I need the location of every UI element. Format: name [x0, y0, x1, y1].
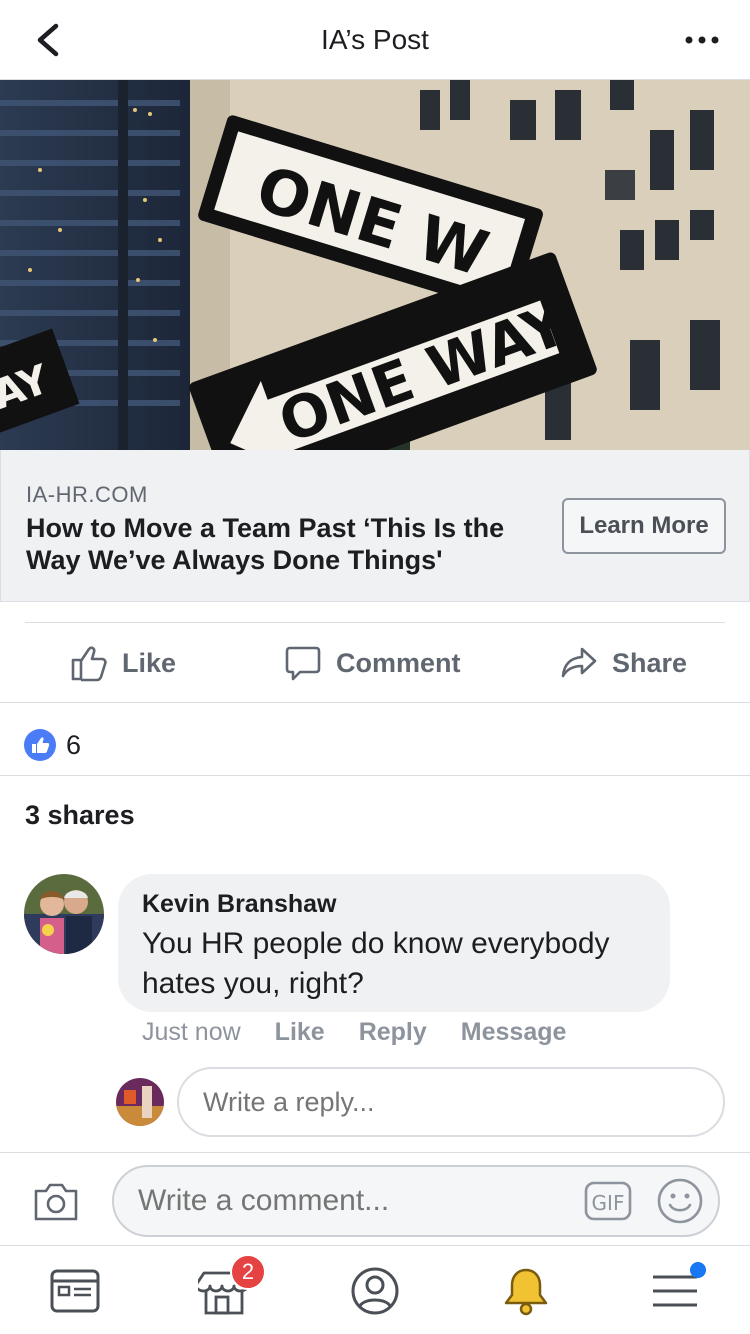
link-title[interactable]: How to Move a Team Past ‘This Is the Way…	[26, 512, 546, 576]
share-label: Share	[612, 647, 688, 678]
post-link-image[interactable]: ONE W ONE WAY WAY	[0, 80, 750, 450]
comment-meta: Just now Like Reply Message	[142, 1018, 600, 1047]
emoji-icon[interactable]	[656, 1177, 704, 1225]
comment-like-link[interactable]: Like	[275, 1018, 325, 1047]
share-button[interactable]: Share	[560, 641, 687, 685]
like-count: 6	[66, 730, 82, 760]
comment-button[interactable]: Comment	[284, 641, 461, 685]
top-navigation-bar: IA’s Post	[0, 0, 750, 80]
commenter-avatar[interactable]	[24, 874, 104, 954]
shares-count[interactable]: 3 shares	[25, 800, 135, 831]
comment-bubble[interactable]: Kevin Branshaw You HR people do know eve…	[118, 874, 670, 1012]
comment-reply-link[interactable]: Reply	[359, 1018, 427, 1047]
link-preview-card[interactable]: IA-HR.COM How to Move a Team Past ‘This …	[0, 450, 750, 602]
post-actions-bar: Like Comment Share	[0, 623, 750, 703]
learn-more-button[interactable]: Learn More	[562, 498, 726, 554]
reactions-summary[interactable]: 6	[0, 704, 750, 776]
comment-composer: GIF	[0, 1152, 750, 1246]
like-label: Like	[122, 647, 177, 678]
page-title: IA’s Post	[321, 24, 429, 55]
comment-icon	[285, 646, 321, 681]
notifications-icon[interactable]	[500, 1265, 552, 1317]
comment-author[interactable]: Kevin Branshaw	[142, 890, 337, 919]
one-way-signs-photo: ONE W ONE WAY WAY	[0, 80, 750, 450]
like-button[interactable]: Like	[70, 641, 176, 685]
user-avatar	[116, 1078, 164, 1126]
like-reaction-icon	[24, 729, 56, 761]
thumbs-up-icon	[71, 646, 107, 682]
profile-icon[interactable]	[349, 1265, 401, 1317]
camera-icon[interactable]	[32, 1179, 80, 1223]
comment-label: Comment	[336, 647, 461, 678]
gif-icon[interactable]: GIF	[584, 1179, 632, 1223]
link-domain: IA-HR.COM	[26, 482, 148, 507]
comment-message-link[interactable]: Message	[461, 1018, 567, 1047]
comment-timestamp: Just now	[142, 1018, 241, 1046]
reply-input[interactable]	[177, 1067, 725, 1137]
menu-notification-dot	[690, 1262, 706, 1278]
share-icon	[561, 647, 597, 678]
marketplace-notification-badge: 2	[230, 1254, 266, 1290]
bottom-tab-bar	[0, 1247, 750, 1334]
more-options-icon[interactable]	[682, 28, 722, 52]
gif-label: GIF	[592, 1191, 625, 1215]
comment-text: You HR people do know everybody hates yo…	[142, 927, 610, 1000]
news-feed-icon[interactable]	[49, 1265, 101, 1317]
